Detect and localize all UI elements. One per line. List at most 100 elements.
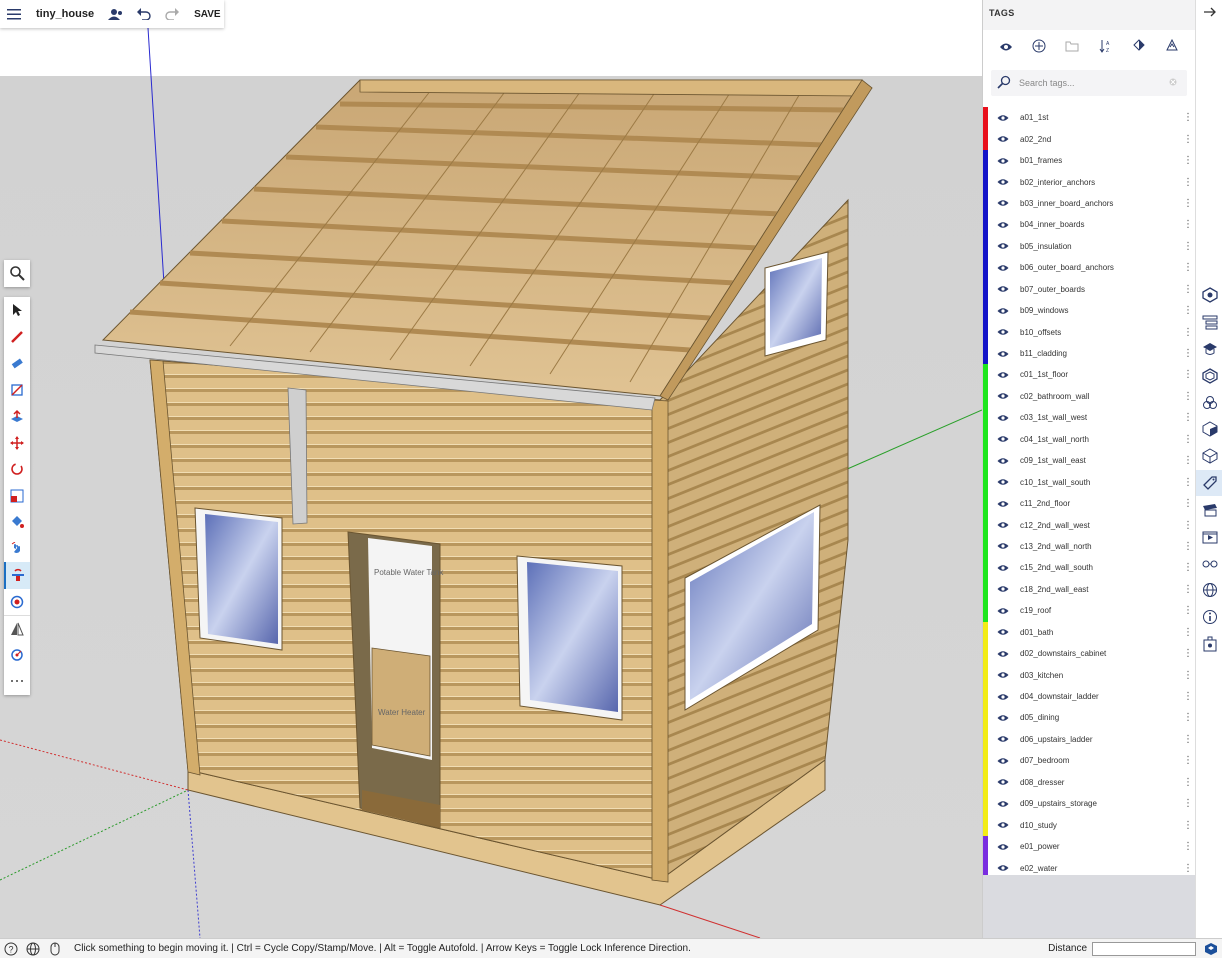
tag-visibility-eye-icon[interactable]	[992, 457, 1014, 465]
visibility-eye-icon[interactable]	[999, 39, 1013, 57]
animation-icon[interactable]	[1196, 523, 1222, 550]
tag-row[interactable]: c01_1st_floor ⋮	[983, 364, 1195, 386]
tag-color-swatch[interactable]	[983, 192, 988, 215]
tags-panel-icon[interactable]	[1196, 469, 1222, 497]
tag-row[interactable]: d09_upstairs_storage ⋮	[983, 793, 1195, 815]
search-icon[interactable]	[4, 260, 30, 287]
tag-name[interactable]: c19_roof	[1014, 606, 1181, 615]
tag-more-options-icon[interactable]: ⋮	[1181, 541, 1195, 552]
tag-visibility-eye-icon[interactable]	[992, 714, 1014, 722]
tag-row[interactable]: a02_2nd ⋮	[983, 128, 1195, 150]
tag-row[interactable]: d07_bedroom ⋮	[983, 750, 1195, 772]
tag-visibility-eye-icon[interactable]	[992, 843, 1014, 851]
tag-name[interactable]: b10_offsets	[1014, 328, 1181, 337]
add-tag-icon[interactable]	[1032, 39, 1046, 58]
tag-row[interactable]: c02_bathroom_wall ⋮	[983, 385, 1195, 408]
tag-row[interactable]: d05_dining ⋮	[983, 707, 1195, 729]
tag-color-swatch[interactable]	[983, 385, 988, 408]
tag-row[interactable]: d02_downstairs_cabinet ⋮	[983, 642, 1195, 665]
tag-name[interactable]: e02_water	[1014, 864, 1181, 873]
tag-visibility-eye-icon[interactable]	[992, 350, 1014, 358]
position-camera-tool-icon[interactable]	[4, 642, 30, 669]
tag-name[interactable]: c18_2nd_wall_east	[1014, 585, 1181, 594]
push-pull-tool-icon[interactable]	[4, 403, 30, 430]
tag-visibility-eye-icon[interactable]	[992, 371, 1014, 379]
tag-color-swatch[interactable]	[983, 342, 988, 365]
tag-color-swatch[interactable]	[983, 471, 988, 493]
tag-name[interactable]: b04_inner_boards	[1014, 220, 1181, 229]
tag-row[interactable]: b02_interior_anchors ⋮	[983, 171, 1195, 193]
tag-more-options-icon[interactable]: ⋮	[1181, 198, 1195, 209]
tag-row[interactable]: d04_downstair_ladder ⋮	[983, 685, 1195, 708]
extensions-icon[interactable]	[1196, 630, 1222, 657]
tag-more-options-icon[interactable]: ⋮	[1181, 498, 1195, 509]
house-model[interactable]	[0, 0, 982, 938]
tag-color-swatch[interactable]	[983, 364, 988, 386]
tag-more-options-icon[interactable]: ⋮	[1181, 734, 1195, 745]
measurements-input[interactable]	[1092, 941, 1196, 956]
tag-name[interactable]: c03_1st_wall_west	[1014, 413, 1181, 422]
tag-color-swatch[interactable]	[983, 235, 988, 258]
tag-color-swatch[interactable]	[983, 578, 988, 601]
tag-color-swatch[interactable]	[983, 664, 988, 686]
tag-name[interactable]: c09_1st_wall_east	[1014, 456, 1181, 465]
tag-color-swatch[interactable]	[983, 750, 988, 772]
tag-visibility-eye-icon[interactable]	[992, 650, 1014, 658]
tag-row[interactable]: b05_insulation ⋮	[983, 235, 1195, 258]
collapse-panel-icon[interactable]	[1196, 0, 1222, 24]
tag-color-swatch[interactable]	[983, 557, 988, 579]
tag-more-options-icon[interactable]: ⋮	[1181, 691, 1195, 702]
tag-visibility-eye-icon[interactable]	[992, 178, 1014, 186]
tag-row[interactable]: c03_1st_wall_west ⋮	[983, 407, 1195, 429]
rotate-tool-icon[interactable]	[4, 456, 30, 483]
tag-color-swatch[interactable]	[983, 685, 988, 708]
tag-row[interactable]: b03_inner_board_anchors ⋮	[983, 192, 1195, 215]
tag-name[interactable]: c12_2nd_wall_west	[1014, 521, 1181, 530]
tag-name[interactable]: b01_frames	[1014, 156, 1181, 165]
tag-color-swatch[interactable]	[983, 621, 988, 643]
tag-visibility-eye-icon[interactable]	[992, 242, 1014, 250]
tag-visibility-eye-icon[interactable]	[992, 735, 1014, 743]
tag-row[interactable]: b11_cladding ⋮	[983, 342, 1195, 365]
tag-color-swatch[interactable]	[983, 814, 988, 836]
tag-more-options-icon[interactable]: ⋮	[1181, 477, 1195, 488]
tag-color-swatch[interactable]	[983, 793, 988, 815]
color-by-tag-icon[interactable]	[1132, 38, 1146, 58]
tag-name[interactable]: c04_1st_wall_north	[1014, 435, 1181, 444]
tag-name[interactable]: c11_2nd_floor	[1014, 499, 1181, 508]
tape-measure-tool-icon[interactable]	[4, 589, 30, 616]
tag-name[interactable]: d10_study	[1014, 821, 1181, 830]
tag-color-swatch[interactable]	[983, 728, 988, 751]
tag-name[interactable]: e01_power	[1014, 842, 1181, 851]
undo-icon[interactable]	[130, 0, 158, 28]
materials-icon[interactable]	[1196, 389, 1222, 416]
tag-name[interactable]: b09_windows	[1014, 306, 1181, 315]
tag-visibility-eye-icon[interactable]	[992, 264, 1014, 272]
instructor-icon[interactable]	[1196, 336, 1222, 363]
clear-search-icon[interactable]	[1169, 78, 1177, 88]
tag-more-options-icon[interactable]: ⋮	[1181, 262, 1195, 273]
tag-row[interactable]: d10_study ⋮	[983, 814, 1195, 836]
sort-az-icon[interactable]: AZ	[1099, 39, 1113, 58]
tag-name[interactable]: d01_bath	[1014, 628, 1181, 637]
tag-color-swatch[interactable]	[983, 492, 988, 515]
tag-name[interactable]: c01_1st_floor	[1014, 370, 1181, 379]
display-glasses-icon[interactable]	[1196, 550, 1222, 577]
model-info-icon[interactable]	[1196, 604, 1222, 631]
tag-color-swatch[interactable]	[983, 214, 988, 236]
tag-color-swatch[interactable]	[983, 299, 988, 322]
tag-more-options-icon[interactable]: ⋮	[1181, 841, 1195, 852]
tag-color-swatch[interactable]	[983, 278, 988, 300]
tag-row[interactable]: c13_2nd_wall_north ⋮	[983, 535, 1195, 558]
model-title[interactable]: tiny_house	[36, 8, 94, 20]
tag-name[interactable]: d08_dresser	[1014, 778, 1181, 787]
tag-more-options-icon[interactable]: ⋮	[1181, 434, 1195, 445]
tag-visibility-eye-icon[interactable]	[992, 307, 1014, 315]
tag-name[interactable]: a01_1st	[1014, 113, 1181, 122]
tag-name[interactable]: a02_2nd	[1014, 135, 1181, 144]
tag-more-options-icon[interactable]: ⋮	[1181, 712, 1195, 723]
tag-more-options-icon[interactable]: ⋮	[1181, 863, 1195, 874]
tag-visibility-eye-icon[interactable]	[992, 585, 1014, 593]
scenes-icon[interactable]	[1196, 496, 1222, 523]
tag-name[interactable]: b11_cladding	[1014, 349, 1181, 358]
